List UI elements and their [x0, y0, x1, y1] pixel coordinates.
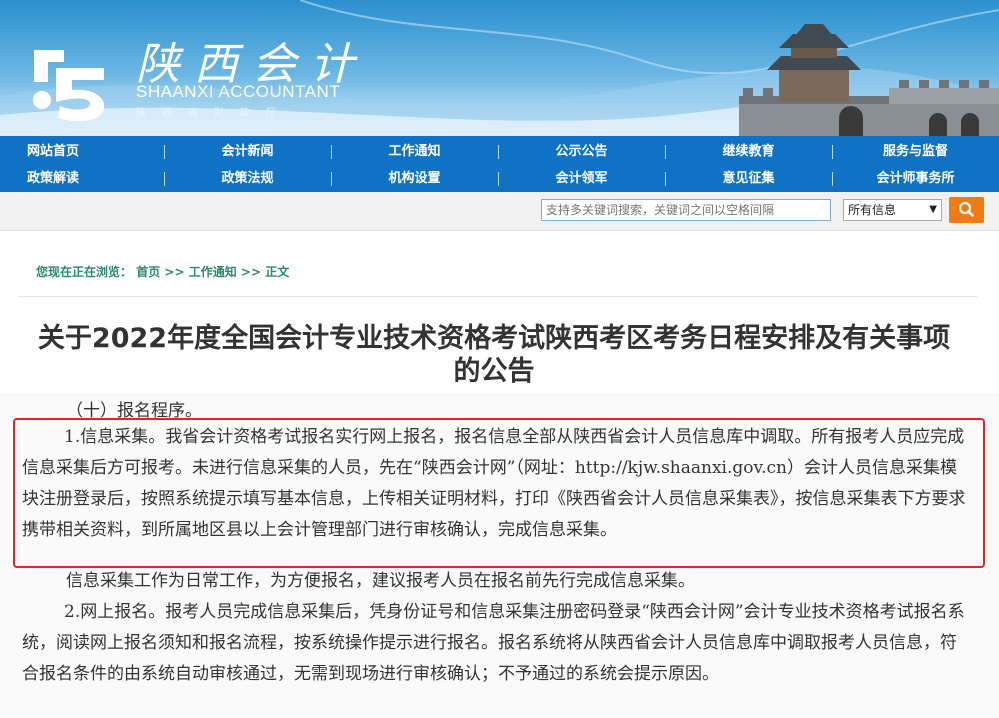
nav-item-service-supervision[interactable]: 服务与监督 — [832, 138, 999, 165]
nav-item-policies-regulations[interactable]: 政策法规 — [163, 165, 331, 192]
breadcrumb-section-link[interactable]: 工作通知 — [189, 265, 237, 279]
nav-item-announcements[interactable]: 公示公告 — [497, 138, 665, 165]
city-wall-tower-image — [739, 24, 999, 136]
paragraph-note: 信息采集工作为日常工作，为方便报名，建议报考人员在报名前先行完成信息采集。 — [66, 571, 695, 591]
nav-item-accounting-leaders[interactable]: 会计领军 — [497, 165, 665, 192]
nav-item-accounting-firms[interactable]: 会计师事务所 — [832, 165, 999, 192]
search-icon — [958, 201, 974, 217]
search-bar: 所有信息 ▼ — [0, 192, 999, 231]
page-title-line-2: 的公告 — [453, 356, 535, 387]
nav-item-work-notices[interactable]: 工作通知 — [330, 138, 498, 165]
nav-item-organization[interactable]: 机构设置 — [330, 165, 498, 192]
breadcrumb-home-link[interactable]: 首页 — [136, 265, 160, 279]
breadcrumb: 您现在正在浏览： 首页 >> 工作通知 >> 正文 — [36, 263, 289, 280]
nav-row-2: 政策解读 政策法规 机构设置 会计领军 意见征集 会计师事务所 — [0, 165, 999, 192]
search-scope-value: 所有信息 — [848, 203, 897, 217]
paragraph-online-registration: 2.网上报名。报考人员完成信息采集后，凭身份证号和信息采集注册密码登录“陕西会计… — [22, 602, 965, 684]
nav-item-accounting-news[interactable]: 会计新闻 — [163, 138, 331, 165]
site-banner: 陕西会计 SHAANXI ACCOUNTANT 陕西省财政厅 — [0, 0, 999, 136]
breadcrumb-current: 正文 — [265, 265, 290, 279]
nav-item-opinion-collection[interactable]: 意见征集 — [665, 165, 832, 192]
site-name-sub: 陕西省财政厅 — [136, 108, 292, 119]
search-scope-select[interactable]: 所有信息 ▼ — [843, 199, 942, 221]
page-title-line-1: 关于2022年度全国会计专业技术资格考试陕西考区考务日程安排及有关事项 — [37, 323, 951, 354]
logo-icon[interactable] — [28, 42, 110, 124]
breadcrumb-separator: >> — [164, 265, 185, 279]
search-input[interactable] — [541, 199, 831, 221]
chevron-down-icon: ▼ — [929, 204, 937, 215]
breadcrumb-separator: >> — [240, 265, 262, 279]
nav-item-policy-interpretation[interactable]: 政策解读 — [0, 165, 164, 192]
divider — [18, 296, 978, 297]
breadcrumb-prefix: 您现在正在浏览： — [36, 265, 133, 279]
main-nav: 网站首页 会计新闻 工作通知 公示公告 继续教育 服务与监督 政策解读 政策法规… — [0, 136, 999, 192]
nav-row-1: 网站首页 会计新闻 工作通知 公示公告 继续教育 服务与监督 — [0, 138, 999, 165]
nav-item-home[interactable]: 网站首页 — [0, 138, 164, 165]
search-button[interactable] — [949, 197, 984, 223]
site-name-en: SHAANXI ACCOUNTANT — [136, 82, 341, 101]
highlight-box — [13, 418, 985, 568]
page-title: 关于2022年度全国会计专业技术资格考试陕西考区考务日程安排及有关事项 的公告 — [14, 322, 974, 388]
nav-item-continuing-education[interactable]: 继续教育 — [665, 138, 832, 165]
